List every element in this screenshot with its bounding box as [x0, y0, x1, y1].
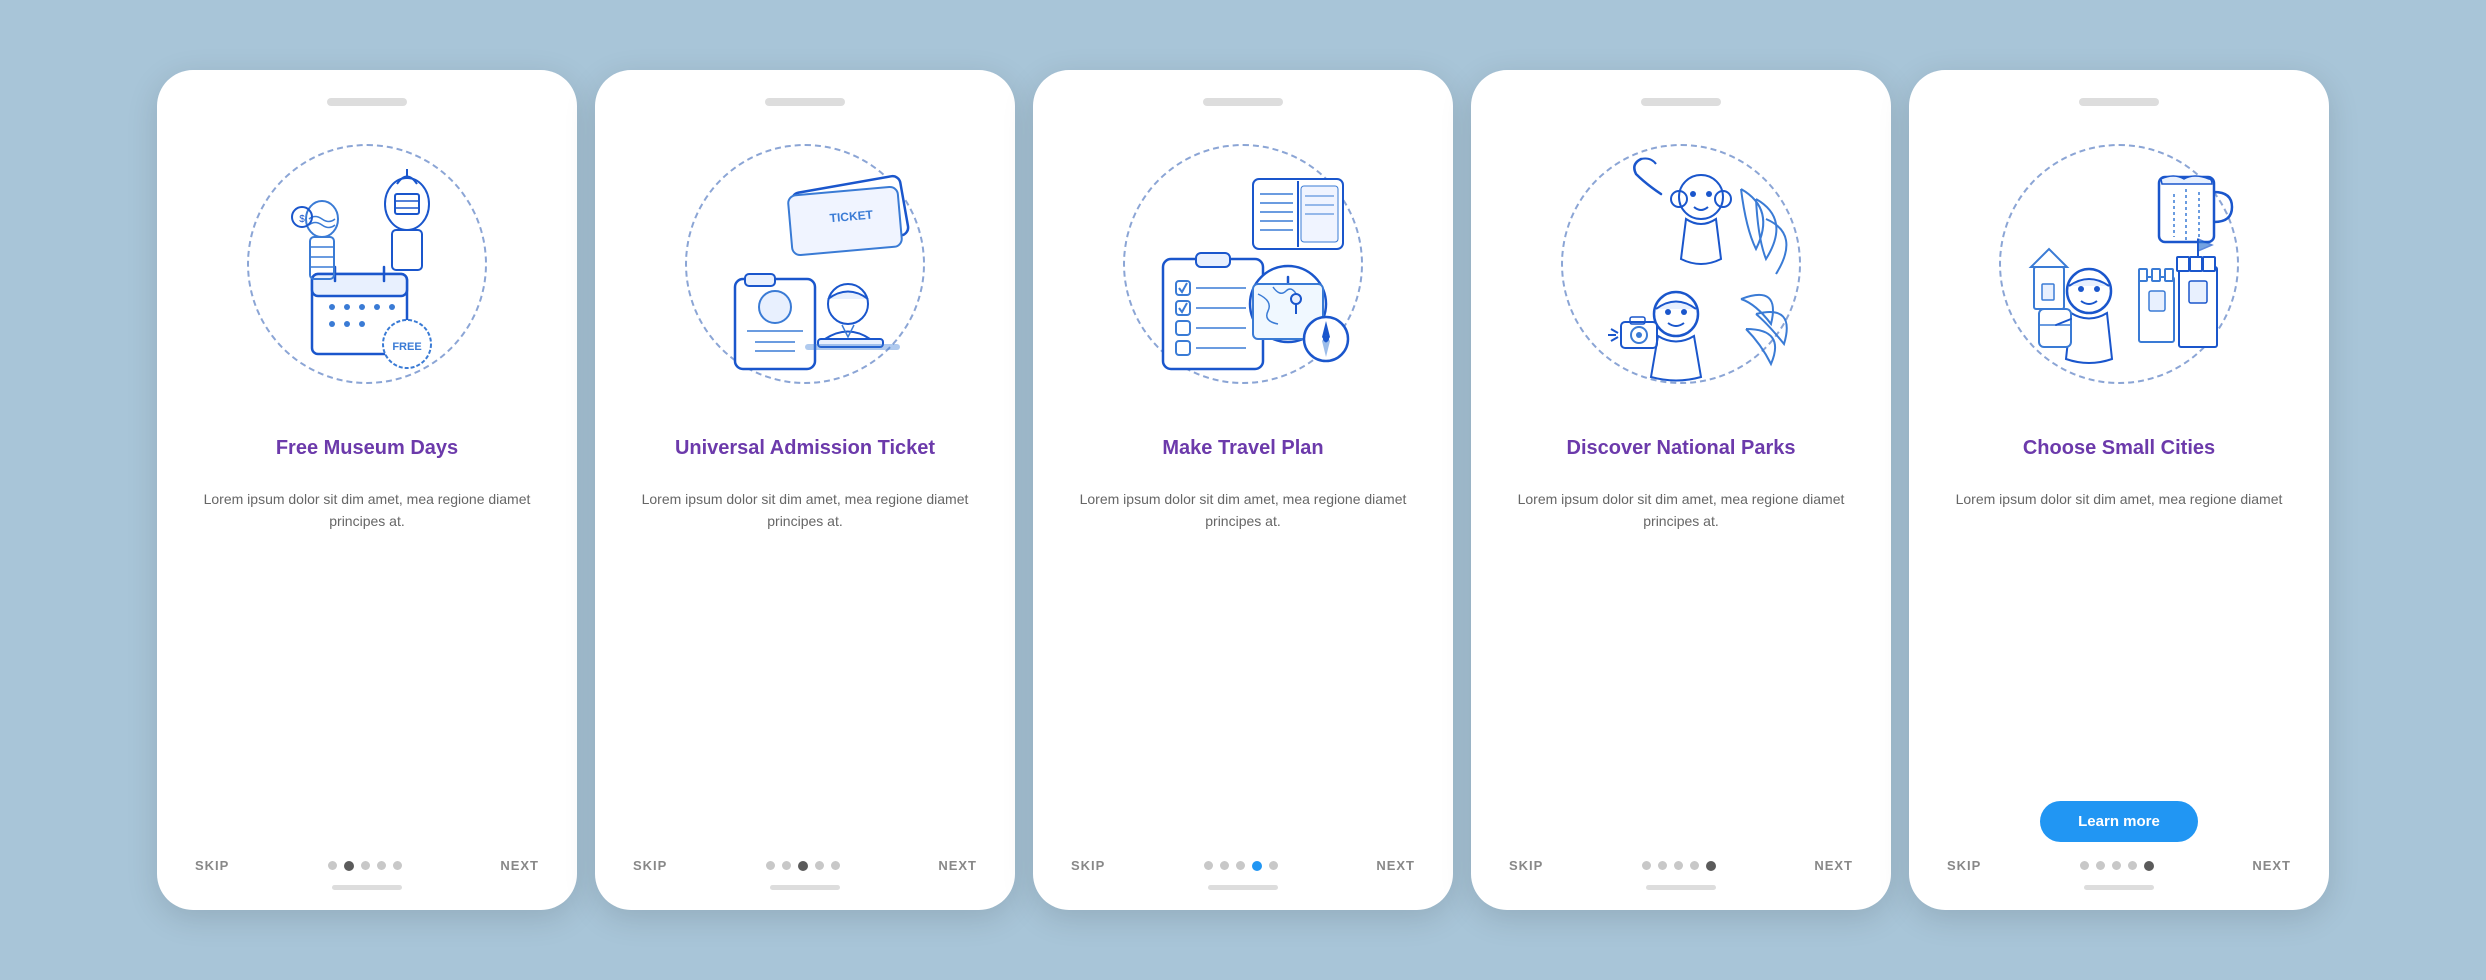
- dot-2-2: [782, 861, 791, 870]
- phone-notch-2: [765, 98, 845, 106]
- screen-2-description: Lorem ipsum dolor sit dim amet, mea regi…: [625, 488, 985, 844]
- screen-3-description: Lorem ipsum dolor sit dim amet, mea regi…: [1063, 488, 1423, 844]
- phone-screen-5: Choose Small Cities Lorem ipsum dolor si…: [1909, 70, 2329, 910]
- dot-3-1: [1204, 861, 1213, 870]
- screen-1-nav: SKIP NEXT: [187, 858, 547, 873]
- screens-container: FREE: [157, 70, 2329, 910]
- screen-1-title: Free Museum Days: [276, 422, 458, 474]
- screen-5-description: Lorem ipsum dolor sit dim amet, mea regi…: [1956, 488, 2283, 787]
- screen-4-title: Discover National Parks: [1567, 422, 1796, 474]
- illustration-ticket: TICKET TICKET: [665, 124, 945, 404]
- phone-screen-2: TICKET TICKET: [595, 70, 1015, 910]
- next-button-2[interactable]: NEXT: [938, 858, 977, 873]
- parks-svg: [1546, 129, 1816, 399]
- learn-more-button[interactable]: Learn more: [2040, 801, 2198, 842]
- screen-2-title: Universal Admission Ticket: [675, 422, 935, 474]
- dots-2: [766, 861, 840, 871]
- next-button-3[interactable]: NEXT: [1376, 858, 1415, 873]
- museum-svg: FREE: [232, 129, 502, 399]
- screen-3-title: Make Travel Plan: [1162, 422, 1323, 474]
- dot-5-2: [2096, 861, 2105, 870]
- phone-screen-3: Make Travel Plan Lorem ipsum dolor sit d…: [1033, 70, 1453, 910]
- dot-5-5: [2144, 861, 2154, 871]
- dots-5: [2080, 861, 2154, 871]
- bottom-bar-1: [332, 885, 402, 890]
- dot-3-4: [1252, 861, 1262, 871]
- skip-button-1[interactable]: SKIP: [195, 858, 229, 873]
- svg-text:FREE: FREE: [392, 341, 421, 353]
- dot-1-4: [377, 861, 386, 870]
- screen-1-description: Lorem ipsum dolor sit dim amet, mea regi…: [187, 488, 547, 844]
- dot-1-5: [393, 861, 402, 870]
- phone-notch-4: [1641, 98, 1721, 106]
- dot-1-3: [361, 861, 370, 870]
- bottom-bar-4: [1646, 885, 1716, 890]
- cities-svg: [1984, 129, 2254, 399]
- next-button-5[interactable]: NEXT: [2252, 858, 2291, 873]
- dot-3-3: [1236, 861, 1245, 870]
- ticket-svg: TICKET TICKET: [670, 129, 940, 399]
- bottom-bar-2: [770, 885, 840, 890]
- screen-4-description: Lorem ipsum dolor sit dim amet, mea regi…: [1501, 488, 1861, 844]
- dot-4-4: [1690, 861, 1699, 870]
- phone-notch: [327, 98, 407, 106]
- illustration-parks: [1541, 124, 1821, 404]
- screen-3-nav: SKIP NEXT: [1063, 858, 1423, 873]
- bottom-bar-5: [2084, 885, 2154, 890]
- phone-screen-4: Discover National Parks Lorem ipsum dolo…: [1471, 70, 1891, 910]
- skip-button-2[interactable]: SKIP: [633, 858, 667, 873]
- travel-svg: [1108, 129, 1378, 399]
- next-button-4[interactable]: NEXT: [1814, 858, 1853, 873]
- dots-4: [1642, 861, 1716, 871]
- dot-4-2: [1658, 861, 1667, 870]
- dots-3: [1204, 861, 1278, 871]
- phone-notch-3: [1203, 98, 1283, 106]
- dot-2-4: [815, 861, 824, 870]
- illustration-museum: FREE: [227, 124, 507, 404]
- dot-5-3: [2112, 861, 2121, 870]
- skip-button-4[interactable]: SKIP: [1509, 858, 1543, 873]
- dot-2-1: [766, 861, 775, 870]
- dot-2-5: [831, 861, 840, 870]
- skip-button-3[interactable]: SKIP: [1071, 858, 1105, 873]
- next-button-1[interactable]: NEXT: [500, 858, 539, 873]
- phone-notch-5: [2079, 98, 2159, 106]
- illustration-travel: [1103, 124, 1383, 404]
- screen-4-nav: SKIP NEXT: [1501, 858, 1861, 873]
- screen-2-nav: SKIP NEXT: [625, 858, 985, 873]
- phone-screen-1: FREE: [157, 70, 577, 910]
- dot-4-3: [1674, 861, 1683, 870]
- dots-1: [328, 861, 402, 871]
- dot-3-5: [1269, 861, 1278, 870]
- screen-5-title: Choose Small Cities: [2023, 422, 2215, 474]
- dot-1-2: [344, 861, 354, 871]
- skip-button-5[interactable]: SKIP: [1947, 858, 1981, 873]
- dot-5-4: [2128, 861, 2137, 870]
- dot-5-1: [2080, 861, 2089, 870]
- dot-3-2: [1220, 861, 1229, 870]
- dot-2-3: [798, 861, 808, 871]
- svg-text:$: $: [299, 214, 305, 225]
- bottom-bar-3: [1208, 885, 1278, 890]
- dot-1-1: [328, 861, 337, 870]
- dot-4-1: [1642, 861, 1651, 870]
- dot-4-5: [1706, 861, 1716, 871]
- illustration-cities: [1979, 124, 2259, 404]
- screen-5-nav: SKIP NEXT: [1939, 858, 2299, 873]
